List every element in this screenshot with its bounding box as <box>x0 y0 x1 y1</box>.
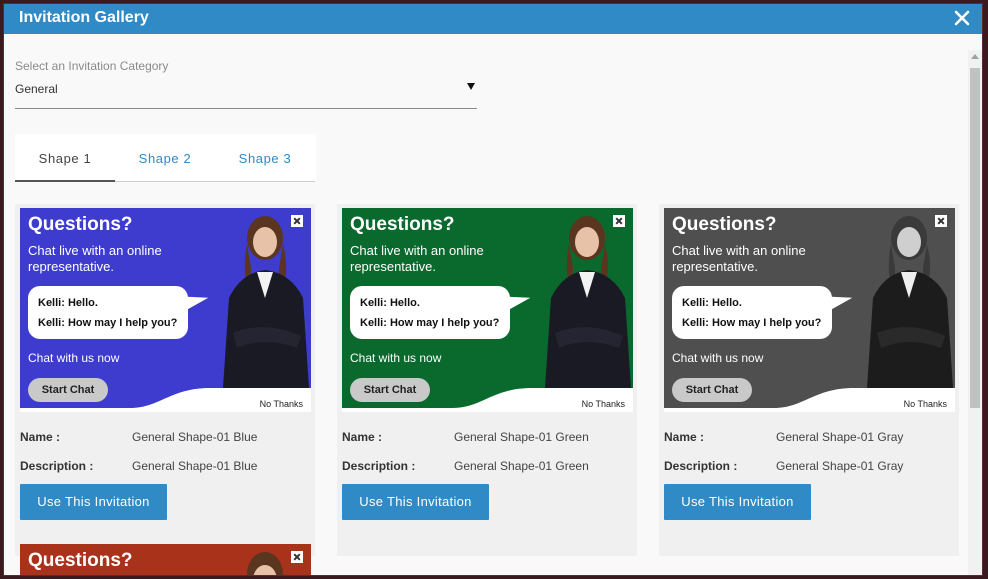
no-thanks-link[interactable]: No Thanks <box>260 399 303 409</box>
preview-close-icon[interactable] <box>291 551 303 563</box>
chat-now-text: Chat with us now <box>672 351 764 365</box>
tab-shape-3[interactable]: Shape 3 <box>215 134 315 182</box>
invitation-card: Questions? Chat live with an online repr… <box>15 204 315 556</box>
agent-photo <box>223 216 309 388</box>
category-select-label: Select an Invitation Category <box>15 59 169 73</box>
invitation-preview-partial: Questions? <box>20 544 311 575</box>
agent-photo <box>867 216 953 388</box>
bubble-line-1: Kelli: Hello. <box>360 297 420 309</box>
chat-bubble: Kelli: Hello. Kelli: How may I help you? <box>28 286 188 339</box>
vertical-scrollbar[interactable] <box>968 50 982 575</box>
invitation-card: Questions? Chat live with an online repr… <box>659 204 959 556</box>
chat-bubble: Kelli: Hello. Kelli: How may I help you? <box>672 286 832 339</box>
shape-tabs: Shape 1 Shape 2 Shape 3 <box>15 134 316 182</box>
invitation-preview: Questions? Chat live with an online repr… <box>664 208 955 412</box>
scroll-thumb[interactable] <box>970 68 980 408</box>
scroll-up-arrow-icon[interactable] <box>971 54 979 59</box>
chat-now-text: Chat with us now <box>350 351 442 365</box>
chat-bubble: Kelli: Hello. Kelli: How may I help you? <box>350 286 510 339</box>
start-chat-button[interactable]: Start Chat <box>28 378 108 402</box>
category-select-value: General <box>15 82 58 96</box>
description-value: General Shape-01 Green <box>454 459 589 473</box>
bubble-line-1: Kelli: Hello. <box>38 297 98 309</box>
name-label: Name : <box>664 430 705 444</box>
preview-subtitle: Chat live with an online representative. <box>350 243 484 274</box>
preview-title: Questions? <box>28 214 133 235</box>
no-thanks-link[interactable]: No Thanks <box>904 399 947 409</box>
start-chat-button[interactable]: Start Chat <box>350 378 430 402</box>
use-invitation-button[interactable]: Use This Invitation <box>664 484 811 520</box>
description-value: General Shape-01 Gray <box>776 459 904 473</box>
bubble-line-2: Kelli: How may I help you? <box>38 317 178 329</box>
use-invitation-button[interactable]: Use This Invitation <box>342 484 489 520</box>
bubble-line-1: Kelli: Hello. <box>682 297 742 309</box>
description-label: Description : <box>664 459 738 473</box>
tab-shape-1[interactable]: Shape 1 <box>15 134 115 182</box>
start-chat-button[interactable]: Start Chat <box>672 378 752 402</box>
description-value: General Shape-01 Blue <box>132 459 258 473</box>
dialog-titlebar: Invitation Gallery <box>4 4 982 34</box>
bubble-line-2: Kelli: How may I help you? <box>360 317 500 329</box>
invitation-preview: Questions? Chat live with an online repr… <box>342 208 633 412</box>
name-label: Name : <box>20 430 61 444</box>
preview-title: Questions? <box>672 214 777 235</box>
category-select[interactable]: General <box>15 78 477 109</box>
preview-subtitle: Chat live with an online representative. <box>28 243 162 274</box>
no-thanks-link[interactable]: No Thanks <box>582 399 625 409</box>
preview-close-icon[interactable] <box>291 215 303 227</box>
name-value: General Shape-01 Gray <box>776 430 904 444</box>
dialog-title: Invitation Gallery <box>19 9 149 26</box>
invitation-card: Questions? Chat live with an online repr… <box>337 204 637 556</box>
invitation-preview: Questions? Chat live with an online repr… <box>20 208 311 412</box>
name-value: General Shape-01 Blue <box>132 430 258 444</box>
preview-title: Questions? <box>350 214 455 235</box>
tab-shape-2[interactable]: Shape 2 <box>115 134 215 182</box>
dropdown-arrow-icon <box>467 83 475 90</box>
close-icon[interactable] <box>952 8 972 28</box>
bubble-line-2: Kelli: How may I help you? <box>682 317 822 329</box>
chat-now-text: Chat with us now <box>28 351 120 365</box>
agent-photo <box>545 216 631 388</box>
preview-subtitle: Chat live with an online representative. <box>672 243 806 274</box>
name-label: Name : <box>342 430 383 444</box>
dialog-content: Select an Invitation Category General Sh… <box>4 34 968 575</box>
name-value: General Shape-01 Green <box>454 430 589 444</box>
preview-title: Questions? <box>28 550 133 571</box>
preview-close-icon[interactable] <box>613 215 625 227</box>
description-label: Description : <box>342 459 416 473</box>
invitation-gallery-dialog: Invitation Gallery Select an Invitation … <box>3 3 983 576</box>
preview-close-icon[interactable] <box>935 215 947 227</box>
description-label: Description : <box>20 459 94 473</box>
use-invitation-button[interactable]: Use This Invitation <box>20 484 167 520</box>
